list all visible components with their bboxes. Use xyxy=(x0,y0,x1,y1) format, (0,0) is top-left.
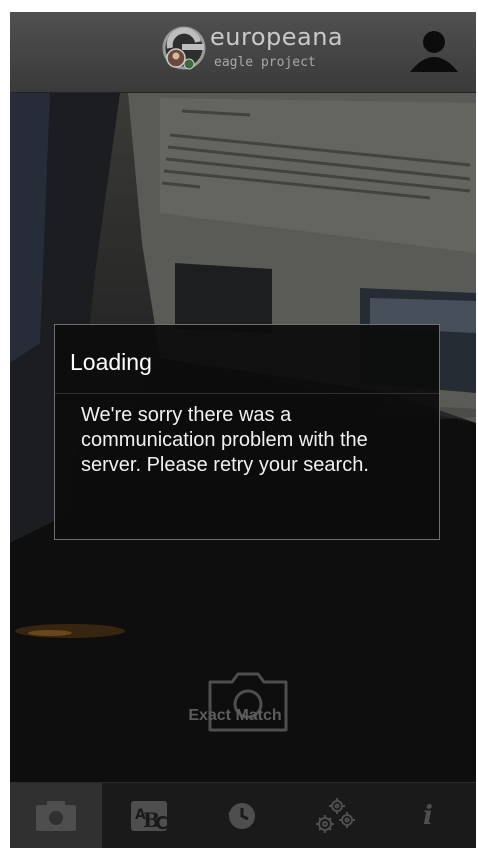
exact-match-label: Exact Match xyxy=(188,707,282,724)
dialog-divider xyxy=(55,393,439,394)
logo-title: europeana xyxy=(210,23,344,51)
tab-settings[interactable] xyxy=(289,783,381,848)
device-frame: europeana eagle project Exact Match Load… xyxy=(0,0,478,848)
info-icon: i xyxy=(423,801,433,831)
tab-camera[interactable] xyxy=(10,783,102,848)
loading-dialog: Loading We're sorry there was a communic… xyxy=(54,324,440,540)
logo-subtitle: eagle project xyxy=(214,55,316,70)
app-screen: europeana eagle project Exact Match Load… xyxy=(10,12,476,848)
gears-icon xyxy=(316,798,355,833)
dialog-title: Loading xyxy=(70,349,152,375)
app-header: europeana eagle project xyxy=(10,12,476,93)
dialog-message: We're sorry there was a communication pr… xyxy=(81,404,369,476)
profile-button[interactable] xyxy=(408,28,460,76)
eagle-logo-icon xyxy=(162,26,206,70)
tab-info[interactable]: i xyxy=(382,783,474,848)
abc-text-icon: A B C xyxy=(131,801,168,834)
history-clock-icon xyxy=(228,803,255,829)
camera-icon xyxy=(36,801,76,831)
svg-text:C: C xyxy=(155,813,168,834)
tab-history[interactable] xyxy=(196,783,288,848)
bottom-tab-bar: A B C i xyxy=(10,782,476,848)
tab-text-search[interactable]: A B C xyxy=(103,783,195,848)
user-silhouette-icon xyxy=(410,31,458,72)
europeana-eagle-logo: europeana eagle project xyxy=(162,20,362,82)
